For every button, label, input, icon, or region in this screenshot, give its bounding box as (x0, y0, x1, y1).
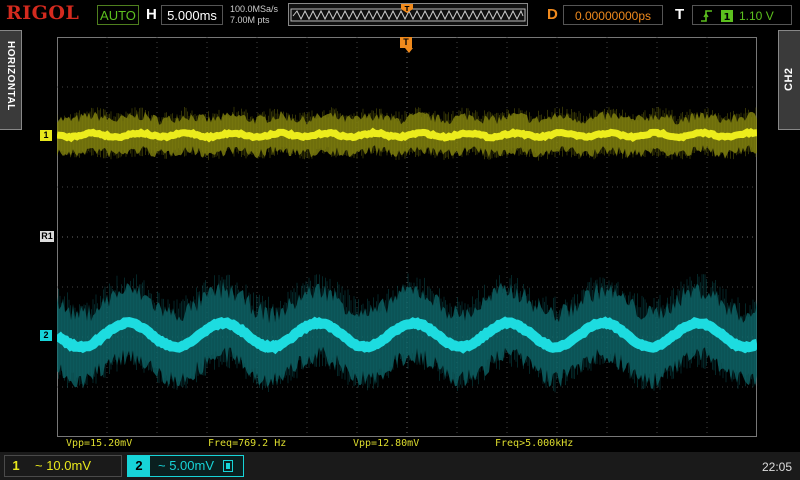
ch2-settings[interactable]: 2 ~ 5.00mV (127, 455, 244, 477)
ch2-vpp-measurement: Vpp=12.80mV (353, 438, 420, 449)
bandwidth-limit-icon (223, 460, 233, 472)
measurement-bar: Vpp=15.20mV Freq=769.2 Hz Vpp=12.80mV Fr… (0, 437, 800, 451)
sample-info: 100.0MSa/s 7.00M pts (230, 4, 278, 26)
trigger-settings[interactable]: 1 1.10 V (692, 5, 792, 25)
top-status-bar: RIGOL AUTO H 5.000ms 100.0MSa/s 7.00M pt… (0, 0, 800, 30)
trigger-position-label: T (405, 5, 410, 13)
horizontal-menu-tab[interactable]: HORIZONTAL (0, 30, 22, 130)
horizontal-offset[interactable]: 0.00000000ps (563, 5, 663, 25)
trigger-level-value: 1.10 V (739, 9, 774, 23)
delay-label: D (547, 6, 558, 23)
memory-depth: 7.00M pts (230, 15, 270, 25)
waveforms (57, 106, 757, 393)
trigger-position-marker[interactable]: T (400, 37, 412, 48)
timebase-value[interactable]: 5.000ms (161, 5, 223, 25)
ch1-offset-marker[interactable]: 1 (40, 130, 52, 141)
horizontal-label: H (146, 6, 157, 23)
memory-waveform-icon: T (290, 4, 526, 22)
memory-overview-bar[interactable]: T (288, 3, 528, 26)
trigger-label: T (675, 6, 685, 23)
ch1-freq-measurement: Freq=769.2 Hz (208, 438, 287, 449)
rigol-logo: RIGOL (6, 2, 80, 24)
ref-marker[interactable]: R1 (40, 231, 54, 242)
ch1-number: 1 (12, 458, 20, 473)
ch2-menu-tab[interactable]: CH2 (778, 30, 800, 130)
svg-text:1: 1 (724, 12, 731, 23)
ch2-tab-label: CH2 (783, 67, 795, 91)
clock: 22:05 (761, 460, 792, 474)
trigger-arrow-icon (405, 48, 413, 53)
ch1-scale: ~ 10.0mV (35, 458, 92, 473)
ch1-settings[interactable]: 1 ~ 10.0mV (4, 455, 122, 477)
ch2-number: 2 (128, 456, 150, 476)
ch2-freq-measurement: Freq>5.000kHz (495, 438, 574, 449)
run-status-badge[interactable]: AUTO (97, 5, 139, 25)
ch2-scale: ~ 5.00mV (158, 458, 215, 473)
channel-status-bar: 1 ~ 10.0mV 2 ~ 5.00mV 22:05 (0, 452, 800, 480)
waveform-display[interactable] (57, 37, 757, 437)
ch1-vpp-measurement: Vpp=15.20mV (66, 438, 133, 449)
horizontal-tab-label: HORIZONTAL (5, 41, 16, 111)
sample-rate: 100.0MSa/s (230, 4, 279, 14)
ch2-offset-marker[interactable]: 2 (40, 330, 52, 341)
trigger-edge-icon: 1 (701, 10, 733, 23)
